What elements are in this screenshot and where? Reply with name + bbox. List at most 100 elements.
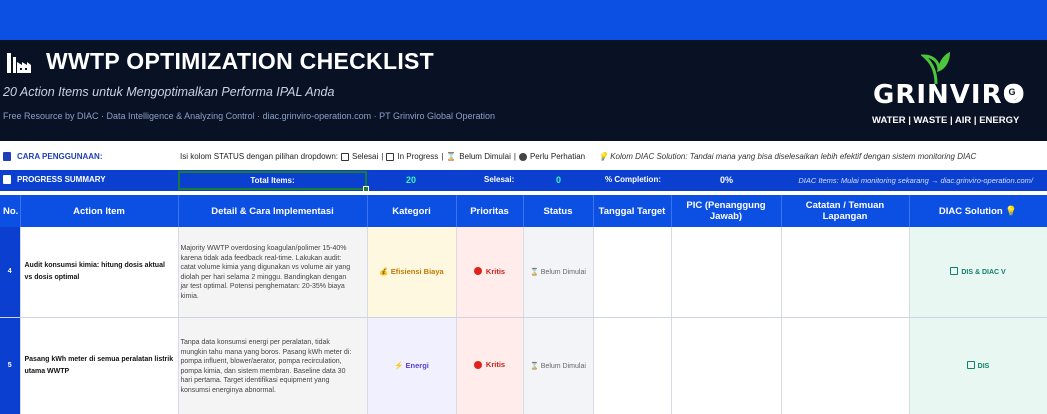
diac-solution-label: DIAC Solution: [938, 205, 1003, 217]
selesai-label: Selesai:: [484, 175, 515, 184]
status-cell[interactable]: ⌛ Belum Dimulai: [523, 227, 594, 318]
diac-note: 💡 Kolom DIAC Solution: Tandai mana yang …: [598, 152, 976, 161]
title-row: WWTP OPTIMIZATION CHECKLIST: [6, 48, 434, 75]
status-text: Belum Dimulai: [540, 268, 586, 276]
lightning-icon: ⚡: [394, 361, 406, 370]
kategori-badge: ⚡ Energi: [394, 361, 429, 370]
hourglass-icon: ⌛: [530, 362, 541, 370]
option-selesai: Selesai: [352, 152, 379, 161]
col-header-detail[interactable]: Detail & Cara Implementasi: [178, 195, 368, 227]
top-color-bar: [0, 0, 1047, 40]
progress-box-icon: [386, 152, 395, 161]
detail-cell[interactable]: Majority WWTP overdosing koagulan/polime…: [178, 227, 368, 318]
prioritas-text: Kritis: [485, 266, 506, 276]
option-belum-dimulai: Belum Dimulai: [459, 152, 511, 161]
page-subtitle: 20 Action Items untuk Mengoptimalkan Per…: [3, 85, 335, 99]
usage-label-text: CARA PENGGUNAAN:: [17, 152, 103, 161]
diac-solution-cell[interactable]: DIS: [909, 317, 1047, 414]
status-text: Belum Dimulai: [540, 362, 586, 370]
selesai-value: 0: [556, 175, 562, 185]
catatan-cell[interactable]: [781, 227, 910, 318]
progress-label: PROGRESS SUMMARY: [3, 175, 106, 184]
prioritas-badge: Kritis: [473, 266, 506, 276]
total-items-label: Total Items:: [250, 176, 295, 185]
factory-icon: [7, 52, 31, 73]
prioritas-cell[interactable]: Kritis: [456, 317, 524, 414]
total-items-value: 20: [406, 175, 417, 185]
prioritas-text: Kritis: [485, 360, 506, 370]
diac-solution-text: DIS & DIAC V: [961, 269, 1006, 277]
prioritas-badge: Kritis: [473, 360, 506, 370]
hourglass-icon: ⌛: [446, 152, 457, 161]
grinviro-logo: GRINVIRO G WATER | WASTE | AIR | ENERGY: [869, 48, 1029, 126]
row-number[interactable]: 5: [0, 317, 21, 414]
usage-instruction: Isi kolom STATUS dengan pilihan dropdown…: [180, 152, 586, 161]
logo-badge: G: [1004, 84, 1020, 100]
col-header-pic[interactable]: PIC (Penanggung Jawab): [671, 195, 782, 227]
progress-label-text: PROGRESS SUMMARY: [17, 175, 106, 184]
usage-instructions-row: CARA PENGGUNAAN: Isi kolom STATUS dengan…: [0, 147, 1047, 167]
credits-line: Free Resource by DIAC · Data Intelligenc…: [3, 111, 496, 121]
kategori-text: Efisiensi Biaya: [390, 267, 444, 277]
red-circle-icon: [473, 267, 482, 275]
col-header-action-item[interactable]: Action Item: [20, 195, 179, 227]
tanggal-target-cell[interactable]: [593, 227, 672, 318]
cell-fill-handle[interactable]: [363, 186, 369, 192]
diac-note-text: Kolom DIAC Solution: Tandai mana yang bi…: [610, 152, 977, 161]
kategori-text: Energi: [405, 361, 429, 370]
chart-icon: [3, 175, 11, 184]
option-in-progress: In Progress: [397, 152, 439, 161]
kategori-badge: 💰 Efisiensi Biaya: [379, 267, 443, 276]
table-row: 4 Audit konsumsi kimia: hitung dosis akt…: [0, 227, 1047, 318]
col-header-kategori[interactable]: Kategori: [367, 195, 457, 227]
status-value: ⌛ Belum Dimulai: [530, 269, 586, 276]
logo-tagline: WATER | WASTE | AIR | ENERGY: [872, 115, 1020, 126]
completion-label: % Completion:: [605, 175, 661, 184]
circle-icon: [518, 152, 527, 161]
tanggal-target-cell[interactable]: [593, 317, 672, 414]
col-header-catatan[interactable]: Catatan / Temuan Lapangan: [781, 195, 910, 227]
diac-items-note: DIAC Items: Mulai monitoring sekarang → …: [798, 176, 1033, 185]
col-header-status[interactable]: Status: [523, 195, 594, 227]
col-header-diac-solution[interactable]: DIAC Solution 💡: [909, 195, 1047, 227]
leaf-icon: [921, 52, 950, 84]
diac-solution-cell[interactable]: DIS & DIAC V: [909, 227, 1047, 318]
usage-label: CARA PENGGUNAAN:: [3, 152, 102, 161]
check-box-icon: [341, 152, 350, 161]
completion-value: 0%: [720, 175, 734, 185]
kategori-cell[interactable]: ⚡ Energi: [367, 317, 457, 414]
usage-instruction-prefix: Isi kolom STATUS dengan pilihan dropdown…: [180, 152, 339, 161]
col-header-tanggal-target[interactable]: Tanggal Target: [593, 195, 672, 227]
pic-cell[interactable]: [671, 317, 782, 414]
lightbulb-icon: 💡: [1005, 205, 1018, 217]
progress-summary-row: PROGRESS SUMMARY Total Items: 20 Selesai…: [0, 170, 1047, 192]
checkbox-icon: [966, 361, 975, 369]
checklist-table: No. Action Item Detail & Cara Implementa…: [0, 195, 1047, 414]
status-cell[interactable]: ⌛ Belum Dimulai: [523, 317, 594, 414]
table-row: 5 Pasang kWh meter di semua peralatan li…: [0, 317, 1047, 414]
action-item-cell[interactable]: Audit konsumsi kimia: hitung dosis aktua…: [20, 227, 179, 318]
table-header-row: No. Action Item Detail & Cara Implementa…: [0, 195, 1047, 227]
catatan-cell[interactable]: [781, 317, 910, 414]
prioritas-cell[interactable]: Kritis: [456, 227, 524, 318]
diac-solution-text: DIS: [977, 363, 990, 370]
col-header-prioritas[interactable]: Prioritas: [456, 195, 524, 227]
col-header-no[interactable]: No.: [0, 195, 21, 227]
option-perlu-perhatian: Perlu Perhatian: [529, 152, 586, 161]
red-circle-icon: [473, 360, 482, 369]
sheet-header: WWTP OPTIMIZATION CHECKLIST 20 Action It…: [0, 40, 1047, 141]
money-bag-icon: 💰: [379, 267, 391, 277]
row-number[interactable]: 4: [0, 227, 21, 318]
action-item-cell[interactable]: Pasang kWh meter di semua peralatan list…: [20, 317, 179, 414]
hourglass-icon: ⌛: [530, 268, 541, 276]
detail-cell[interactable]: Tanpa data konsumsi energi per peralatan…: [178, 317, 368, 414]
pic-cell[interactable]: [671, 227, 782, 318]
total-items-cell[interactable]: Total Items:: [178, 171, 367, 190]
lightbulb-icon: 💡: [598, 152, 608, 161]
logo-wordmark: GRINVIRO: [873, 80, 1026, 110]
kategori-cell[interactable]: 💰 Efisiensi Biaya: [367, 227, 457, 318]
status-value: ⌛ Belum Dimulai: [530, 363, 586, 370]
checkbox-icon: [950, 267, 959, 276]
page-title: WWTP OPTIMIZATION CHECKLIST: [46, 48, 434, 74]
clipboard-icon: [3, 152, 11, 161]
